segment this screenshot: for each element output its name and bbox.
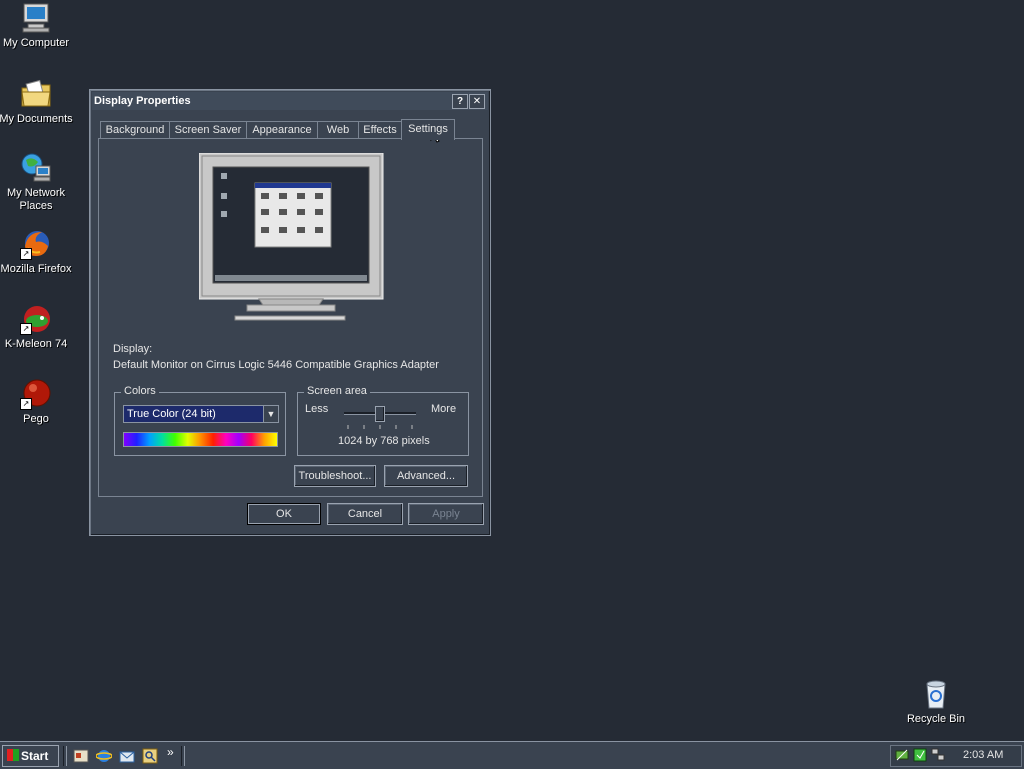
quicklaunch-chevron[interactable]: »	[167, 745, 174, 759]
desktop-icon-label: My Documents	[0, 113, 73, 125]
colors-group-title: Colors	[121, 385, 159, 397]
my-computer-icon[interactable]: My Computer	[0, 2, 74, 50]
shortcut-arrow-icon: ↗	[20, 248, 32, 260]
shortcut-arrow-icon: ↗	[20, 323, 32, 335]
display-properties-window: Display Properties ? ✕ Background Screen…	[89, 89, 491, 536]
desktop-icon-label: K-Meleon 74	[4, 338, 68, 350]
tab-web[interactable]: Web	[317, 121, 359, 139]
screen-area-group-title: Screen area	[304, 385, 370, 397]
network-connection-icon[interactable]	[931, 748, 945, 762]
tab-effects[interactable]: Effects	[358, 121, 402, 139]
tab-background[interactable]: Background	[100, 121, 170, 139]
settings-panel: Display: Default Monitor on Cirrus Logic…	[98, 138, 483, 497]
desktop-icon-label: My Computer	[2, 37, 70, 49]
slider-thumb[interactable]	[375, 406, 385, 422]
desktop-icon-label: Recycle Bin	[906, 713, 966, 725]
colors-dropdown-value: True Color (24 bit)	[127, 408, 216, 420]
title-bar[interactable]: Display Properties ? ✕	[92, 92, 488, 110]
screen-area-group: Screen area Less More 1024 by 768 pixels	[297, 385, 469, 456]
cancel-button[interactable]: Cancel	[327, 503, 403, 525]
display-label: Display:	[113, 343, 153, 355]
my-documents-icon[interactable]: My Documents	[0, 78, 74, 126]
internet-explorer-icon[interactable]	[95, 748, 113, 764]
taskbar-divider	[181, 746, 185, 766]
outlook-express-icon[interactable]	[119, 748, 135, 764]
more-label: More	[431, 403, 457, 415]
colors-dropdown[interactable]: True Color (24 bit) ▼	[123, 405, 279, 423]
desktop-icon-label: Mozilla Firefox	[0, 263, 72, 275]
resolution-text: 1024 by 768 pixels	[338, 435, 430, 447]
folder-icon	[20, 78, 52, 110]
colors-group: Colors True Color (24 bit) ▼	[114, 385, 286, 456]
resolution-slider[interactable]	[344, 406, 416, 429]
taskbar-divider	[63, 746, 67, 766]
troubleshoot-button[interactable]: Troubleshoot...	[294, 465, 376, 487]
advanced-button[interactable]: Advanced...	[384, 465, 468, 487]
shortcut-arrow-icon: ↗	[20, 398, 32, 410]
apply-button[interactable]: Apply	[408, 503, 484, 525]
help-button[interactable]: ?	[452, 94, 468, 109]
start-button[interactable]: Start	[2, 745, 59, 767]
recycle-bin-icon	[920, 678, 952, 710]
desktop-icon-label: Pego	[23, 413, 49, 425]
tab-screen-saver[interactable]: Screen Saver	[169, 121, 247, 139]
k-meleon-icon[interactable]: ↗ K-Meleon 74	[0, 303, 74, 351]
system-tray: 2:03 AM	[890, 745, 1022, 767]
clock[interactable]: 2:03 AM	[963, 749, 1003, 761]
taskbar: Start » 2:03 AM	[0, 741, 1024, 769]
chevron-down-icon[interactable]: ▼	[263, 406, 278, 422]
mozilla-firefox-icon[interactable]: ↗ Mozilla Firefox	[0, 228, 74, 276]
chameleon-icon: ↗	[20, 303, 52, 335]
tray-app-icon[interactable]	[895, 748, 909, 762]
pego-icon[interactable]: ↗ Pego	[0, 378, 74, 426]
color-spectrum-bar	[123, 432, 278, 447]
close-button[interactable]: ✕	[469, 94, 485, 109]
window-title: Display Properties	[94, 95, 191, 107]
start-label: Start	[21, 749, 49, 763]
display-adapter-text: Default Monitor on Cirrus Logic 5446 Com…	[113, 359, 439, 371]
ok-button[interactable]: OK	[247, 503, 321, 525]
firefox-icon: ↗	[20, 228, 52, 260]
pego-ball-icon: ↗	[20, 378, 52, 410]
monitor-preview	[198, 152, 385, 323]
recycle-bin-icon[interactable]: Recycle Bin	[898, 678, 974, 726]
desktop-icon-label: My Network Places	[6, 187, 66, 212]
show-desktop-icon[interactable]	[73, 748, 89, 764]
network-icon	[20, 152, 52, 184]
tray-green-icon[interactable]	[913, 748, 927, 762]
search-icon[interactable]	[142, 748, 158, 764]
my-network-places-icon[interactable]: My Network Places	[0, 152, 74, 213]
less-label: Less	[305, 403, 329, 415]
tab-settings[interactable]: Settings	[401, 119, 455, 140]
computer-icon	[20, 2, 52, 34]
windows-logo-icon	[7, 749, 19, 761]
tab-appearance[interactable]: Appearance	[246, 121, 318, 139]
